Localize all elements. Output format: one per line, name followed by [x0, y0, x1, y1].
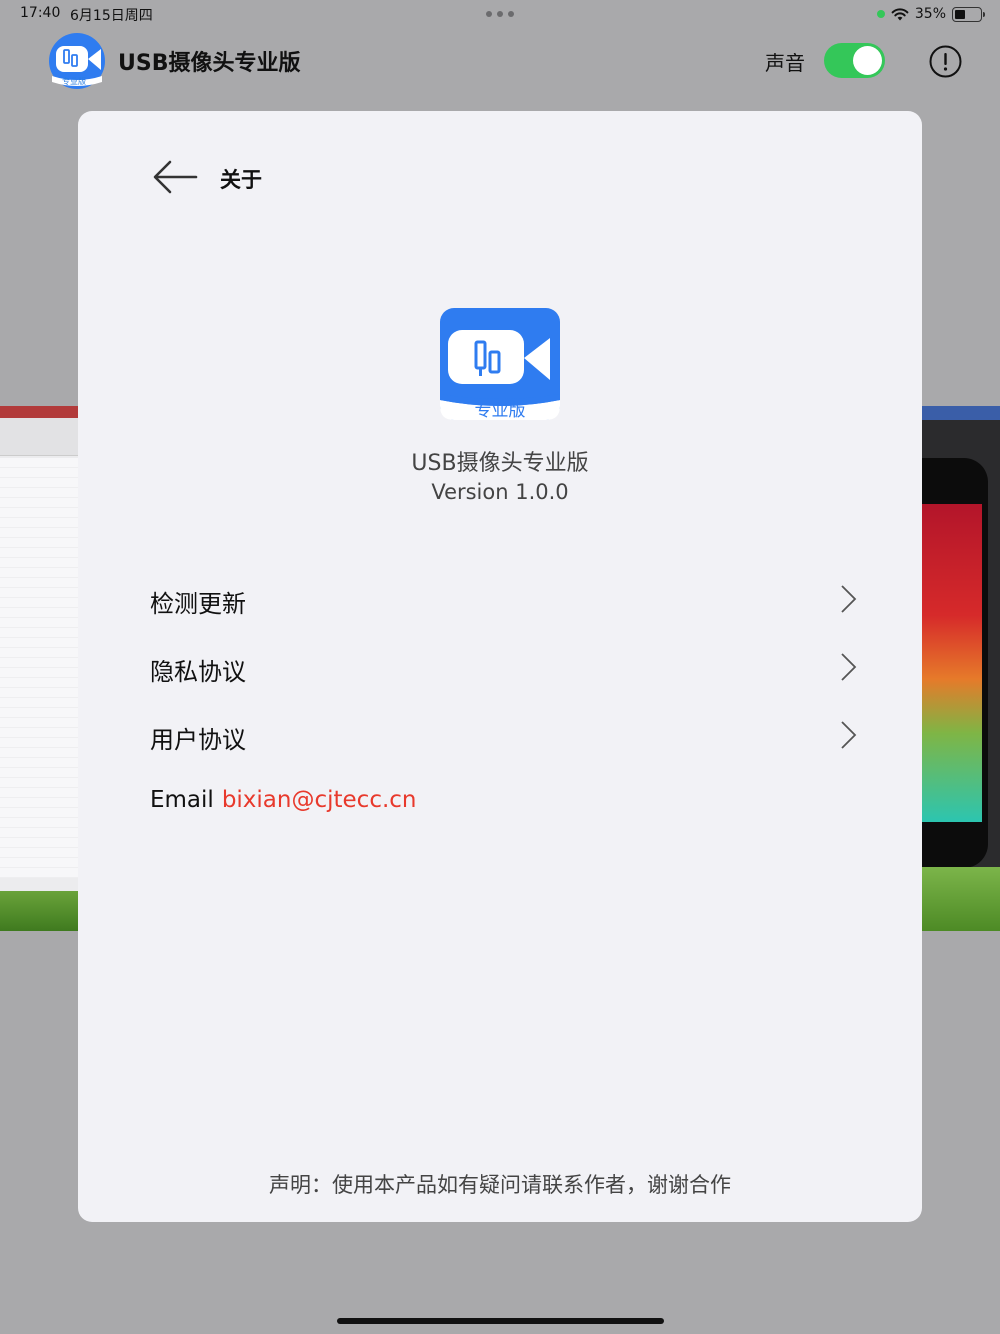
about-version: Version 1.0.0	[431, 480, 569, 504]
email-row: Email bixian@cjtecc.cn	[150, 787, 417, 821]
menu-item-label: 检测更新	[150, 590, 246, 618]
home-indicator[interactable]	[337, 1318, 664, 1324]
logo-caption: 专业版	[474, 401, 526, 421]
email-link[interactable]: bixian@cjtecc.cn	[222, 787, 417, 813]
camera-in-use-indicator	[876, 10, 885, 18]
app-header: 专业版 USB摄像头专业版 声音	[0, 28, 1000, 98]
chevron-right-icon	[841, 653, 857, 681]
app-title: USB摄像头专业版	[118, 51, 301, 76]
email-label: Email	[150, 787, 214, 813]
battery-icon	[952, 6, 985, 22]
sound-toggle[interactable]	[824, 43, 885, 78]
status-indicators: 35%	[876, 4, 985, 24]
about-dialog: 关于 专业版 USB摄像头专业版 Version 1.0.0 检测更新 隐私协议…	[78, 111, 922, 1222]
menu-item-privacy-policy[interactable]: 隐私协议	[150, 642, 858, 692]
chevron-right-icon	[841, 721, 857, 749]
app-logo-caption: 专业版	[62, 77, 86, 86]
status-bar: 17:40 6月15日周四 35%	[0, 0, 1000, 28]
multitasking-dots-icon[interactable]	[486, 11, 514, 17]
menu-item-user-agreement[interactable]: 用户协议	[150, 710, 858, 760]
menu-item-label: 隐私协议	[150, 658, 246, 686]
info-circle-icon[interactable]	[929, 45, 962, 78]
battery-percentage: 35%	[914, 6, 946, 22]
page-title: 关于	[220, 168, 262, 192]
arrow-left-icon[interactable]	[150, 157, 200, 197]
background-xcode-window	[0, 406, 78, 931]
about-app-name: USB摄像头专业版	[411, 451, 589, 476]
sound-label: 声音	[765, 51, 805, 75]
background-simulator-window	[922, 406, 1000, 931]
status-time: 17:40	[20, 5, 61, 21]
wifi-icon	[891, 8, 909, 21]
menu-item-check-update[interactable]: 检测更新	[150, 574, 858, 624]
chevron-right-icon	[841, 585, 857, 613]
disclaimer-text: 声明：使用本产品如有疑问请联系作者，谢谢合作	[269, 1173, 731, 1197]
status-date: 6月15日周四	[70, 8, 153, 24]
menu-item-label: 用户协议	[150, 726, 246, 754]
